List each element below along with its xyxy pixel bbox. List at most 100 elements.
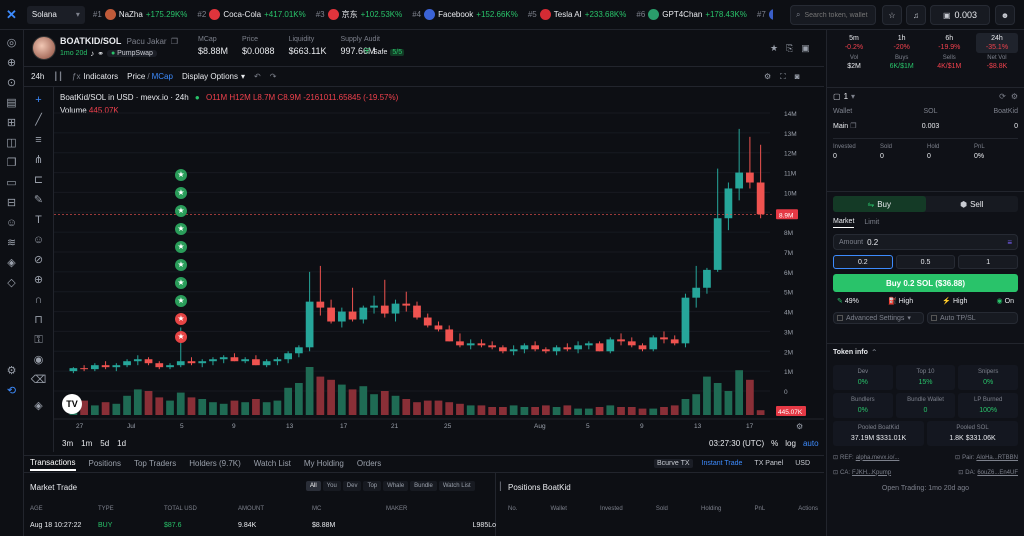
chevron-up-icon[interactable]: ⌃ [871,348,878,357]
footer-option[interactable]: TX Panel [751,459,786,468]
footer-option[interactable]: Instant Trade [699,459,746,468]
chart-icon[interactable]: ◫ [4,136,20,150]
grid-icon[interactable]: ⊟ [4,196,20,210]
indicators-button[interactable]: Indicators [83,72,118,81]
amount-value[interactable]: 0.2 [867,238,878,247]
buy-marker-icon[interactable]: ★ [175,277,187,289]
trending-item[interactable]: #7DeepSeekAI+12 [757,9,773,20]
lock-draw-icon[interactable]: ⊓ [31,313,47,327]
crosshair-icon[interactable]: ⊕ [4,56,20,70]
wallet-row-name[interactable]: Main [833,123,848,130]
search-box[interactable]: ⌕ [790,5,876,25]
link-icon[interactable]: ⚭ [97,49,104,58]
period-tab[interactable]: 1h -20% [881,33,923,53]
refresh-icon[interactable]: ⟳ [999,92,1006,101]
compass-icon[interactable]: ◎ [4,36,20,50]
buy-marker-icon[interactable]: ★ [175,223,187,235]
range-button[interactable]: 5d [100,439,109,448]
amount-preset-button[interactable]: 0.5 [895,255,956,269]
sell-marker-icon[interactable]: ★ [175,313,187,325]
trade-option[interactable]: ✎ 49% [837,297,859,306]
trade-filter[interactable]: Top [363,481,382,491]
language-icon[interactable]: ⟲ [4,384,20,398]
trade-filter[interactable]: You [322,481,341,491]
copy-icon[interactable]: ❐ [171,37,178,46]
fullscreen-icon[interactable]: ⛶ [780,72,786,82]
buy-marker-icon[interactable]: ★ [175,241,187,253]
trending-item[interactable]: #1 NaZha +175.29K% [93,9,187,20]
range-button[interactable]: 1d [117,439,126,448]
footer-tab[interactable]: Watch List [254,459,291,470]
copy-icon[interactable]: ❐ [850,122,856,130]
trade-filter[interactable]: Bundle [410,481,437,491]
trending-item[interactable]: #2 Coca-Cola +417.01K% [197,9,306,20]
ref-link[interactable]: alpha.mevx.io/... [856,455,900,461]
price-toggle[interactable]: Price [127,72,145,81]
trade-filter[interactable]: Dev [342,481,362,491]
period-tab[interactable]: 6h -19.9% [928,33,970,53]
period-tab[interactable]: 5m -0.2% [833,33,875,53]
pitchfork-icon[interactable]: ⋔ [31,153,47,167]
target-icon[interactable]: ⊙ [4,76,20,90]
footer-tab[interactable]: Positions [89,459,121,470]
footer-tab[interactable]: Top Traders [134,459,176,470]
token-info-title[interactable]: Token info [833,349,868,356]
gamepad-icon[interactable]: ◈ [4,256,20,270]
wallet-button[interactable]: ▣ 0.003 [930,5,990,25]
footer-option[interactable]: USD [792,459,813,468]
buy-marker-icon[interactable]: ★ [175,187,187,199]
trade-option[interactable]: ⚡ High [942,297,967,306]
text-icon[interactable]: T [31,213,47,227]
chevron-down-icon[interactable]: ▾ [851,92,855,101]
trending-item[interactable]: #6 GPT4Chan +178.43K% [636,9,747,20]
buy-marker-icon[interactable]: ★ [175,205,187,217]
settings-icon[interactable]: ⚙ [4,364,20,378]
layers-icon[interactable]: ◈ [31,399,47,413]
limit-tab[interactable]: Limit [864,219,879,228]
diamond-icon[interactable]: ◇ [4,276,20,290]
range-button[interactable]: 3m [62,439,73,448]
trash-icon[interactable]: ⌫ [31,373,47,387]
share-icon[interactable]: ⎘ [786,43,793,54]
axis-settings-icon[interactable]: ⚙ [796,422,803,431]
percent-toggle[interactable]: % [771,439,778,448]
search-input[interactable] [804,11,871,19]
trade-filter[interactable]: Watch List [438,481,475,491]
favorite-icon[interactable]: ★ [770,43,778,54]
redo-icon[interactable]: ↷ [270,72,277,81]
trade-filter[interactable]: Whale [383,481,409,491]
settings-icon[interactable]: ⚙ [764,72,771,81]
candles-icon[interactable]: ┃┃ [53,72,63,81]
candlestick-chart[interactable]: 14M13M12M11M10M9M8M7M6M5M4M3M2M1M08.9M44… [54,87,824,452]
range-button[interactable]: 1m [81,439,92,448]
log-toggle[interactable]: log [785,439,796,448]
amount-preset-button[interactable]: 1 [958,255,1019,269]
footer-option[interactable]: Bcurve TX [654,459,693,468]
tv-logo-icon[interactable]: TV [62,394,82,414]
trendline-icon[interactable]: ╱ [31,113,47,127]
buy-tab[interactable]: ⇋ Buy [833,196,926,212]
display-options-button[interactable]: Display Options [182,72,238,81]
hline-icon[interactable]: ≡ [31,133,47,147]
layers-icon[interactable]: ≋ [4,236,20,250]
trade-cell-maker[interactable]: L985Lo [386,522,496,529]
period-tab[interactable]: 24h -35.1% [975,33,1018,53]
magnet-icon[interactable]: ∩ [31,293,47,307]
buy-marker-icon[interactable]: ★ [175,259,187,271]
tiktok-icon[interactable]: ♪ [90,49,94,58]
chart-area[interactable]: BoatKid/SOL in USD · mevx.io · 24h ● O11… [54,87,824,452]
folder-icon[interactable]: ▤ [4,96,20,110]
ruler-icon[interactable]: ⊘ [31,253,47,267]
collapse-icon[interactable]: ▏ [500,482,506,491]
profile-button[interactable]: ☻ [995,5,1015,25]
interval-button[interactable]: 24h [31,72,44,81]
network-selector[interactable]: Solana ▾ [26,5,85,24]
screenshot-icon[interactable]: ◙ [795,72,800,81]
trade-option[interactable]: ◉ On [997,297,1014,306]
logo-icon[interactable]: ✕ [6,7,17,23]
settings-icon[interactable]: ⚙ [1011,92,1018,101]
sell-marker-icon[interactable]: ★ [175,331,187,343]
fib-icon[interactable]: ⊏ [31,173,47,187]
gift-icon[interactable]: ⊞ [4,116,20,130]
copy-icon[interactable]: ❐ [4,156,20,170]
